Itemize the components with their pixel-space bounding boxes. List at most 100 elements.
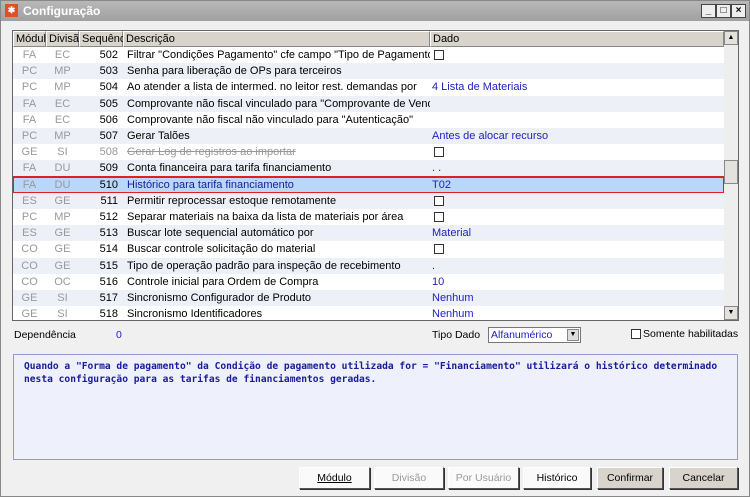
modulo-label: Módulo <box>317 472 352 484</box>
minimize-button[interactable]: _ <box>701 4 716 18</box>
confirmar-button[interactable]: Confirmar <box>597 467 663 489</box>
cell-dado[interactable] <box>430 241 724 257</box>
tipo-dado-select[interactable]: Alfanumérico ▼ <box>488 327 581 343</box>
table-row[interactable]: GE SI 518 Sincronismo Identificadores Nenhu… <box>13 306 724 320</box>
cell-dado[interactable]: Nenhum <box>430 306 724 320</box>
checkbox-icon[interactable] <box>434 195 444 206</box>
checkbox-icon[interactable] <box>434 147 444 158</box>
cell-modulo: FA <box>22 97 37 110</box>
cell-modulo: FA <box>22 49 37 61</box>
cell-dado[interactable] <box>430 63 724 79</box>
divisao-button[interactable]: Divisão <box>374 467 444 489</box>
table-row[interactable]: GE SI 508 Gerar Log de registros ao importa… <box>13 144 724 161</box>
scroll-up-button[interactable]: ▲ <box>724 31 738 45</box>
cell-modulo: GE <box>21 146 38 159</box>
checkbox-icon[interactable] <box>434 212 444 223</box>
checkbox-icon[interactable] <box>434 50 444 61</box>
checkbox-icon[interactable] <box>631 329 641 340</box>
close-button[interactable]: × <box>731 4 746 18</box>
scroll-thumb[interactable] <box>724 160 738 184</box>
table-row[interactable]: FA DU 510 Histórico para tarifa financiamen… <box>13 175 725 194</box>
table-row[interactable]: ES GE 513 Buscar lote sequencial automático… <box>13 225 724 242</box>
cell-sequencia: 506 <box>99 113 118 126</box>
cell-divisao: GE <box>54 227 71 240</box>
checkbox-icon[interactable] <box>434 244 444 255</box>
cell-dado[interactable]: Nenhum <box>430 290 724 306</box>
cell-divisao: DU <box>54 178 71 191</box>
cell-dado[interactable]: . . <box>430 160 724 176</box>
config-grid: Módulo Divisão Sequência Descrição Dado … <box>12 30 739 321</box>
cell-descricao: Filtrar "Condições Pagamento" cfe campo … <box>127 49 430 61</box>
cell-dado[interactable]: Antes de alocar recurso <box>430 128 724 144</box>
cell-modulo: PC <box>21 211 38 223</box>
cell-divisao: SI <box>57 292 68 304</box>
table-row[interactable]: PC MP 503 Senha para liberação de OPs para … <box>13 63 724 80</box>
cell-dado[interactable]: Material <box>430 225 724 241</box>
cell-divisao: MP <box>54 130 71 142</box>
cell-modulo: CO <box>21 259 38 272</box>
cell-descricao: Buscar controle solicitação do material <box>127 243 316 256</box>
table-row[interactable]: PC MP 504 Ao atender a lista de intermed. n… <box>13 79 724 96</box>
col-dado[interactable]: Dado <box>430 31 724 47</box>
cell-descricao: Buscar lote sequencial automático por <box>127 227 314 240</box>
modulo-button[interactable]: Módulo <box>299 467 370 489</box>
cell-modulo: CO <box>21 275 38 288</box>
table-row[interactable]: PC MP 512 Separar materiais na baixa da lis… <box>13 209 724 226</box>
historico-label: Histórico <box>536 472 578 484</box>
dependencia-label: Dependência <box>14 329 76 341</box>
cell-dado[interactable] <box>430 144 724 160</box>
cell-divisao: SI <box>57 146 68 159</box>
cell-descricao: Gerar Talões <box>127 130 190 142</box>
table-row[interactable]: FA EC 502 Filtrar "Condições Pagamento" cfe… <box>13 47 724 64</box>
cell-sequencia: 513 <box>99 227 118 240</box>
cell-sequencia: 505 <box>99 97 118 110</box>
cell-dado[interactable]: 10 <box>430 274 724 290</box>
table-row[interactable]: GE SI 517 Sincronismo Configurador de Produ… <box>13 290 724 307</box>
historico-button[interactable]: Histórico <box>523 467 591 489</box>
cell-descricao: Gerar Log de registros ao importar <box>127 146 296 159</box>
chevron-down-icon[interactable]: ▼ <box>567 329 579 341</box>
cell-dado[interactable] <box>430 47 724 63</box>
scroll-down-button[interactable]: ▼ <box>724 306 738 320</box>
cell-divisao: MP <box>54 65 71 78</box>
table-row[interactable]: FA DU 509 Conta financeira para tarifa fina… <box>13 160 724 177</box>
cell-descricao: Senha para liberação de OPs para terceir… <box>127 65 342 78</box>
cell-dado[interactable]: . <box>430 258 724 274</box>
cell-sequencia: 515 <box>99 259 118 272</box>
table-row[interactable]: ES GE 511 Permitir reprocessar estoque remo… <box>13 192 724 209</box>
cell-modulo: PC <box>21 130 38 142</box>
cell-dado[interactable] <box>430 96 724 112</box>
por-usuario-button[interactable]: Por Usuário <box>448 467 519 489</box>
cell-descricao: Controle inicial para Ordem de Compra <box>127 275 319 288</box>
cell-dado[interactable]: 4 Lista de Materiais <box>430 79 724 95</box>
table-row[interactable]: PC MP 507 Gerar Talões Antes de alocar recur… <box>13 128 724 145</box>
maximize-button[interactable]: □ <box>716 4 731 18</box>
col-sequencia[interactable]: Sequência <box>79 31 134 47</box>
cell-descricao: Comprovante não fiscal vinculado para "C… <box>127 97 430 110</box>
por-usuario-label: Por Usuário <box>455 472 512 484</box>
cell-divisao: GE <box>54 243 71 256</box>
tipo-dado-label: Tipo Dado <box>432 329 481 341</box>
title-bar: ✱ Configuração _ □ × <box>1 1 749 21</box>
col-divisao[interactable]: Divisão <box>46 31 85 47</box>
cell-dado[interactable] <box>430 193 724 209</box>
somente-habilitadas-checkbox[interactable]: Somente habilitadas <box>631 328 738 340</box>
vertical-scrollbar[interactable]: ▲ ▼ <box>724 31 738 320</box>
table-row[interactable]: FA EC 506 Comprovante não fiscal não vincul… <box>13 111 724 128</box>
table-row[interactable]: FA EC 505 Comprovante não fiscal vinculado … <box>13 95 724 112</box>
cell-dado[interactable]: T02 <box>430 177 724 193</box>
somente-habilitadas-label: Somente habilitadas <box>643 328 739 340</box>
cell-sequencia: 517 <box>99 292 118 304</box>
cell-dado[interactable] <box>430 209 724 225</box>
col-modulo[interactable]: Módulo <box>13 31 52 47</box>
cancelar-button[interactable]: Cancelar <box>669 467 738 489</box>
cell-divisao: DU <box>54 162 71 175</box>
table-row[interactable]: CO OC 516 Controle inicial para Ordem de Co… <box>13 273 724 290</box>
table-row[interactable]: CO GE 515 Tipo de operação padrão para insp… <box>13 257 724 274</box>
col-descricao[interactable]: Descrição <box>123 31 430 47</box>
cell-sequencia: 507 <box>99 130 118 142</box>
table-row[interactable]: CO GE 514 Buscar controle solicitação do ma… <box>13 241 724 258</box>
dependencia-value: 0 <box>116 329 122 341</box>
cell-dado[interactable] <box>430 112 724 128</box>
cell-divisao: EC <box>54 113 71 126</box>
